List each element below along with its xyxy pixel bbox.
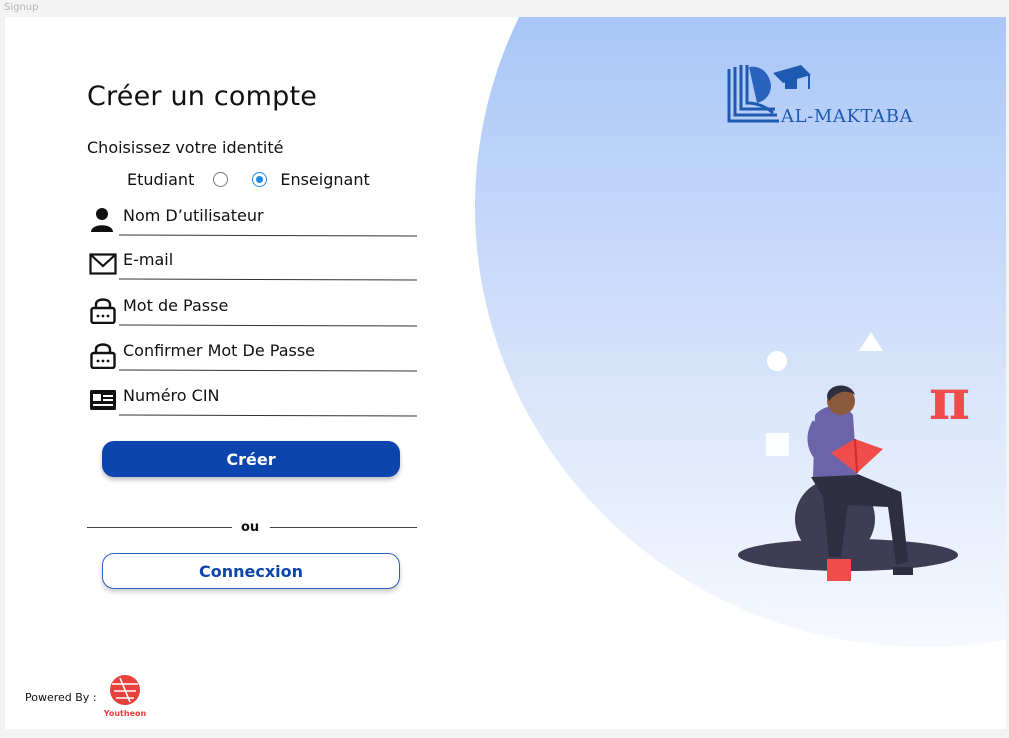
- svg-text:π: π: [929, 367, 970, 433]
- signup-page: AL-MAKTABA π Créer un compte Choisissez …: [5, 17, 1006, 729]
- email-field[interactable]: E-mail: [89, 248, 419, 281]
- id-card-icon: [90, 390, 116, 410]
- separator-line-left: [87, 527, 232, 528]
- role-enseignant-label: Enseignant: [280, 170, 370, 189]
- lock-icon: [90, 343, 116, 369]
- create-account-button[interactable]: Créer: [102, 441, 400, 477]
- password-placeholder: Mot de Passe: [123, 296, 229, 315]
- separator-line-right: [270, 527, 417, 528]
- cin-placeholder: Numéro CIN: [123, 386, 220, 405]
- role-selector: Etudiant Enseignant: [127, 170, 370, 189]
- separator-text: ou: [241, 520, 260, 535]
- reading-person-illustration: π: [738, 332, 970, 581]
- page-title: Créer un compte: [87, 81, 318, 112]
- cin-underline: [118, 414, 418, 417]
- confirm-password-placeholder: Confirmer Mot De Passe: [123, 341, 316, 360]
- user-icon: [91, 208, 113, 232]
- logo-text: AL-MAKTABA: [781, 106, 914, 127]
- email-placeholder: E-mail: [123, 250, 174, 269]
- lock-icon: [90, 298, 116, 324]
- login-button[interactable]: Connecxion: [102, 553, 400, 589]
- identity-prompt: Choisissez votre identité: [87, 138, 284, 157]
- frame-label: Signup: [4, 2, 39, 13]
- role-etudiant-radio[interactable]: [213, 172, 229, 187]
- cin-field[interactable]: Numéro CIN: [89, 384, 419, 417]
- username-placeholder: Nom D’utilisateur: [123, 206, 264, 225]
- confirm-password-field[interactable]: Confirmer Mot De Passe: [89, 339, 419, 372]
- youtheon-logo: Youtheon: [102, 674, 148, 720]
- email-underline: [118, 278, 418, 281]
- role-etudiant-label: Etudiant: [127, 170, 195, 189]
- username-underline: [118, 234, 418, 237]
- password-underline: [118, 324, 418, 327]
- role-enseignant-radio[interactable]: [252, 172, 268, 187]
- username-field[interactable]: Nom D’utilisateur: [89, 204, 419, 237]
- password-field[interactable]: Mot de Passe: [89, 294, 419, 327]
- youtheon-mark-icon: [110, 675, 140, 705]
- confirm-password-underline: [118, 369, 418, 372]
- powered-by-label: Powered By :: [25, 691, 97, 704]
- envelope-icon: [89, 253, 117, 275]
- youtheon-text: Youtheon: [103, 709, 147, 718]
